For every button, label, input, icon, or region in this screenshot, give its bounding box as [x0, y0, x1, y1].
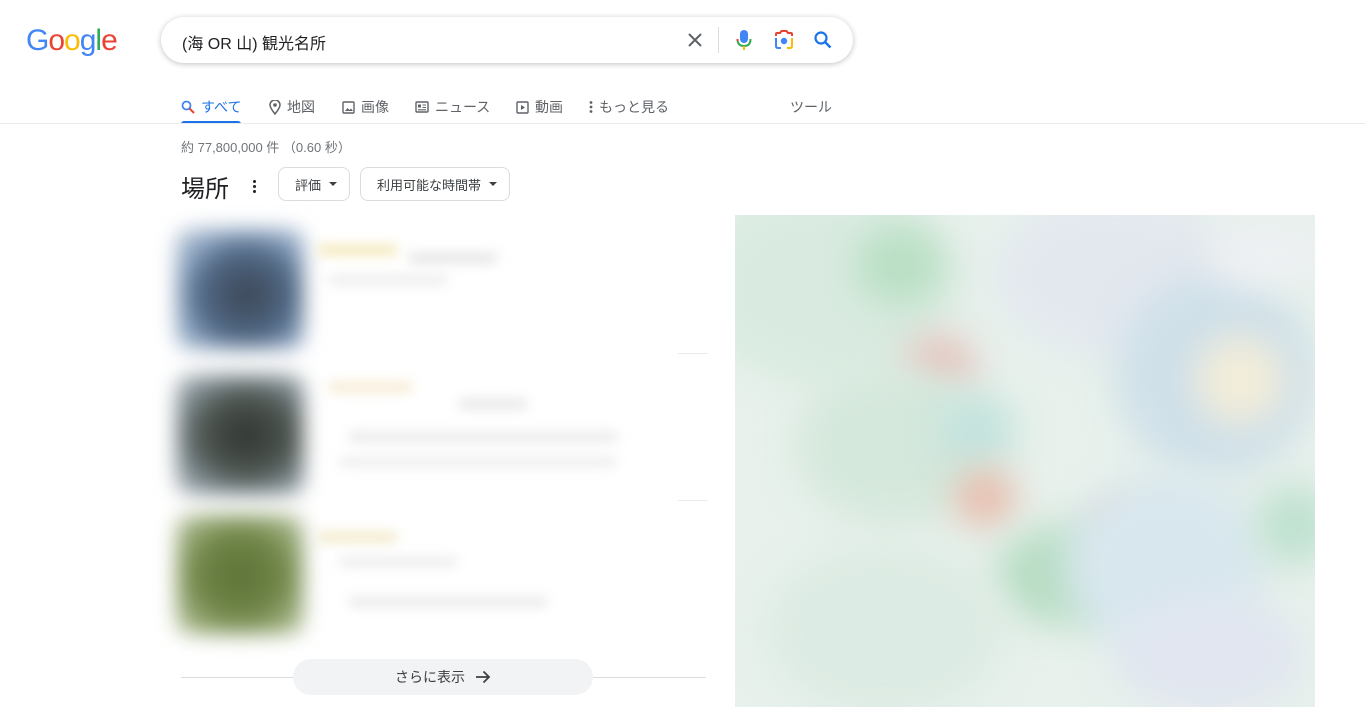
tab-videos[interactable]: 動画 — [516, 92, 563, 122]
place-name[interactable] — [408, 253, 498, 263]
list-separator — [678, 500, 708, 501]
search-icon[interactable] — [811, 28, 835, 52]
arrow-right-icon — [476, 670, 491, 684]
tab-label: ニュース — [435, 99, 491, 115]
place-thumbnail[interactable] — [176, 515, 304, 635]
tab-all[interactable]: すべて — [181, 92, 242, 124]
show-more-label: さらに表示 — [395, 669, 465, 685]
filter-label: 利用可能な時間帯 — [377, 177, 482, 193]
search-icon — [181, 100, 195, 114]
tab-label: すべて — [201, 99, 242, 115]
tab-label: 画像 — [361, 99, 389, 115]
tab-label: 地図 — [287, 99, 315, 115]
list-separator — [678, 353, 708, 354]
result-stats: 約 77,800,000 件 （0.60 秒） — [181, 140, 351, 155]
logo-letter: o — [64, 24, 81, 57]
logo-letter: G — [26, 24, 49, 57]
image-icon — [342, 100, 355, 114]
tab-more[interactable]: もっと見る — [589, 92, 669, 122]
header-divider — [0, 123, 1365, 124]
caret-down-icon — [489, 182, 498, 186]
logo-letter: g — [79, 24, 97, 57]
hours-filter[interactable]: 利用可能な時間帯 — [360, 167, 511, 201]
places-title: 場所 — [181, 176, 229, 203]
tab-images[interactable]: 画像 — [342, 92, 389, 122]
place-detail — [328, 275, 448, 285]
show-more-button[interactable]: さらに表示 — [293, 659, 593, 695]
map-marker[interactable] — [955, 470, 1015, 525]
map-water — [935, 395, 1015, 465]
tab-label: もっと見る — [599, 99, 669, 115]
place-rating — [318, 245, 398, 255]
place-detail — [348, 432, 618, 442]
logo-letter: e — [101, 24, 118, 57]
place-thumbnail[interactable] — [176, 375, 304, 495]
place-rating — [328, 382, 413, 392]
video-icon — [516, 100, 529, 114]
google-logo[interactable]: Google — [26, 24, 118, 58]
more-options-icon[interactable] — [247, 174, 261, 198]
logo-letter: o — [48, 24, 65, 57]
map-park — [855, 225, 945, 305]
search-divider — [718, 27, 719, 53]
camera-icon[interactable] — [772, 28, 796, 52]
place-name[interactable] — [458, 399, 528, 409]
search-input[interactable]: (海 OR 山) 観光名所 — [182, 30, 326, 54]
search-box[interactable]: (海 OR 山) 観光名所 — [161, 17, 853, 63]
place-name[interactable] — [338, 557, 458, 567]
place-detail — [338, 457, 618, 467]
place-detail — [348, 597, 548, 607]
filter-label: 評価 — [295, 177, 322, 193]
place-rating — [318, 532, 398, 542]
map-area — [1205, 225, 1315, 285]
places-list — [168, 217, 708, 645]
tab-label: 動画 — [535, 99, 563, 115]
tools-button[interactable]: ツール — [790, 92, 832, 122]
rating-filter[interactable]: 評価 — [278, 167, 351, 201]
clear-icon[interactable] — [683, 28, 707, 52]
map-area — [765, 545, 1005, 707]
tab-news[interactable]: ニュース — [415, 92, 490, 122]
map-area — [1115, 595, 1305, 707]
tab-maps[interactable]: 地図 — [269, 92, 315, 122]
map-preview[interactable] — [735, 215, 1315, 707]
microphone-icon[interactable] — [732, 28, 756, 52]
map-area — [1195, 335, 1285, 425]
caret-down-icon — [329, 182, 338, 186]
more-vert-icon — [589, 101, 593, 113]
place-thumbnail[interactable] — [176, 229, 304, 349]
map-pin-icon — [269, 99, 281, 115]
news-icon — [415, 101, 429, 113]
